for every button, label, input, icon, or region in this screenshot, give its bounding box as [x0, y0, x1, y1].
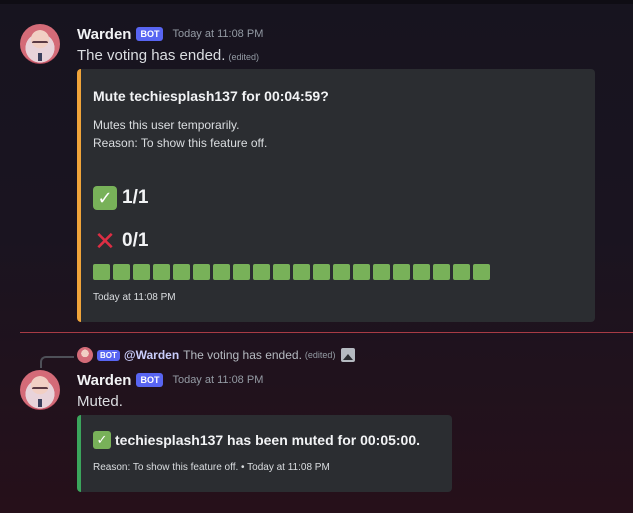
progress-segment — [373, 264, 390, 280]
reply-edited-label: (edited) — [304, 350, 336, 360]
vote-embed: Mute techiesplash137 for 00:04:59? Mutes… — [77, 69, 595, 322]
progress-segment — [433, 264, 450, 280]
vote-progress-bar — [93, 264, 490, 280]
message-content: Muted. — [77, 393, 123, 410]
bot-tag: BOT — [136, 373, 164, 387]
reply-bot-tag: BOT — [97, 349, 120, 361]
username[interactable]: Warden — [77, 26, 131, 43]
progress-segment — [93, 264, 110, 280]
check-mark-icon: ✓ — [93, 431, 111, 449]
progress-segment — [193, 264, 210, 280]
image-icon — [341, 348, 356, 362]
cross-mark-icon: ✕ — [94, 225, 116, 256]
timestamp[interactable]: Today at 11:08 PM — [172, 28, 263, 40]
embed-description-line-1: Mutes this user temporarily. — [93, 118, 240, 132]
embed-title-text: techiesplash137 has been muted for 00:05… — [115, 432, 421, 448]
progress-segment — [173, 264, 190, 280]
embed-footer: Today at 11:08 PM — [93, 292, 176, 303]
timestamp[interactable]: Today at 11:08 PM — [172, 374, 263, 386]
vote-no-count: 0/1 — [122, 230, 149, 251]
avatar-tie — [38, 399, 42, 407]
avatar[interactable] — [20, 24, 60, 64]
message-header: Warden BOT Today at 11:08 PM — [77, 370, 263, 390]
progress-segment — [213, 264, 230, 280]
vote-yes-row: ✓ 1/1 — [93, 186, 148, 210]
bot-tag: BOT — [136, 27, 164, 41]
embed-description: Mutes this user temporarily. Reason: To … — [93, 116, 267, 152]
reply-avatar — [77, 347, 93, 363]
reply-spine — [40, 356, 74, 368]
progress-segment — [473, 264, 490, 280]
progress-segment — [333, 264, 350, 280]
progress-segment — [393, 264, 410, 280]
vote-no-row: ✕ 0/1 — [93, 225, 149, 256]
progress-segment — [133, 264, 150, 280]
message-text: The voting has ended. — [77, 47, 226, 64]
progress-segment — [313, 264, 330, 280]
progress-segment — [253, 264, 270, 280]
progress-segment — [153, 264, 170, 280]
progress-segment — [233, 264, 250, 280]
progress-segment — [413, 264, 430, 280]
vote-yes-count: 1/1 — [122, 187, 149, 208]
message-header: Warden BOT Today at 11:08 PM — [77, 24, 263, 44]
check-mark-icon: ✓ — [93, 186, 117, 210]
username[interactable]: Warden — [77, 372, 131, 389]
mute-result-embed: ✓ techiesplash137 has been muted for 00:… — [77, 415, 452, 492]
progress-segment — [353, 264, 370, 280]
progress-segment — [273, 264, 290, 280]
reply-text[interactable]: The voting has ended. — [183, 348, 302, 362]
window-top-edge — [0, 0, 633, 4]
edited-label: (edited) — [228, 52, 259, 62]
progress-segment — [113, 264, 130, 280]
embed-footer: Reason: To show this feature off. • Toda… — [93, 462, 330, 473]
avatar-tie — [38, 53, 42, 61]
new-messages-divider — [20, 332, 633, 333]
reply-username[interactable]: @Warden — [124, 348, 179, 362]
progress-segment — [453, 264, 470, 280]
embed-title: ✓ techiesplash137 has been muted for 00:… — [93, 431, 420, 449]
avatar-eyes — [32, 41, 48, 45]
reply-reference[interactable]: BOT @Warden The voting has ended. (edite… — [77, 346, 356, 364]
avatar-eyes — [32, 387, 48, 391]
message-content: The voting has ended. (edited) — [77, 47, 259, 64]
progress-segment — [293, 264, 310, 280]
avatar[interactable] — [20, 370, 60, 410]
embed-description-line-2: Reason: To show this feature off. — [93, 136, 268, 150]
embed-title: Mute techiesplash137 for 00:04:59? — [93, 88, 329, 104]
